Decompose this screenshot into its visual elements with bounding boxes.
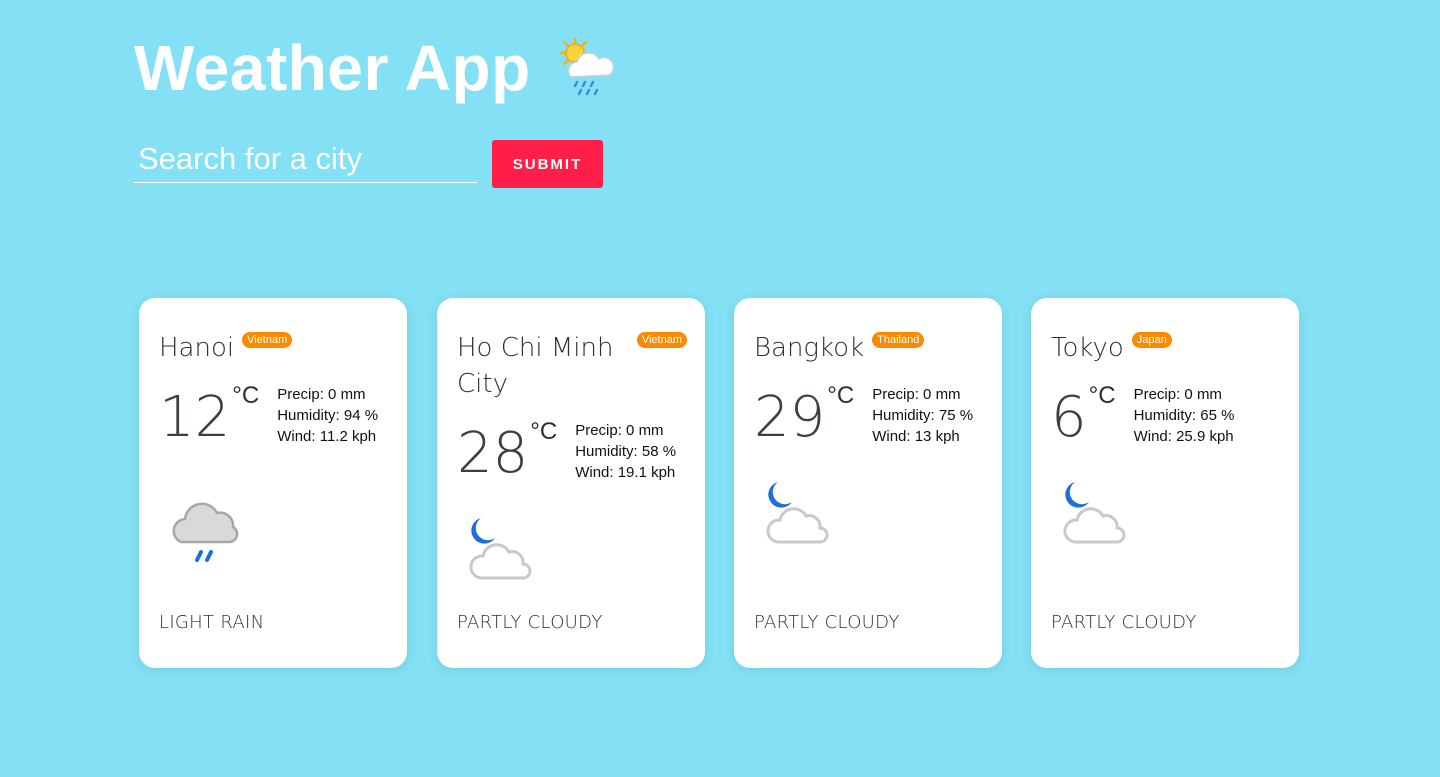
- card-header: Tokyo Japan: [1051, 330, 1281, 366]
- weather-card-hanoi: Hanoi Vietnam 12 °C Precip: 0 mm Humidit…: [139, 298, 407, 668]
- condition-text: PARTLY CLOUDY: [457, 612, 603, 633]
- humidity-text: Humidity: 65 %: [1133, 407, 1235, 424]
- temperature-row: 29 °C Precip: 0 mm Humidity: 75 % Wind: …: [754, 382, 973, 450]
- weather-card-bangkok: Bangkok Thailand 29 °C Precip: 0 mm Humi…: [734, 298, 1002, 668]
- card-header: Bangkok Thailand: [754, 330, 984, 366]
- city-name: Bangkok: [754, 333, 865, 363]
- card-header: Hanoi Vietnam: [159, 330, 389, 366]
- wind-text: Wind: 19.1 kph: [575, 464, 676, 481]
- light-rain-icon: [172, 502, 239, 562]
- city-name: Ho Chi Minh City: [457, 333, 614, 399]
- submit-button[interactable]: SUBMIT: [492, 140, 603, 188]
- city-name: Tokyo: [1051, 333, 1124, 363]
- weather-app: Weather App SUBMIT Ha: [0, 0, 1440, 777]
- weather-details: Precip: 0 mm Humidity: 58 % Wind: 19.1 k…: [575, 420, 676, 483]
- temperature-row: 28 °C Precip: 0 mm Humidity: 58 % Wind: …: [457, 418, 676, 486]
- temperature-value: 29: [754, 385, 826, 450]
- country-badge: Vietnam: [242, 332, 293, 348]
- temperature-unit: °C: [827, 382, 855, 409]
- precip-text: Precip: 0 mm: [575, 422, 664, 439]
- temperature-row: 12 °C Precip: 0 mm Humidity: 94 % Wind: …: [159, 382, 378, 450]
- weather-details: Precip: 0 mm Humidity: 65 % Wind: 25.9 k…: [1134, 384, 1235, 447]
- temperature-value: 6: [1051, 385, 1087, 450]
- humidity-text: Humidity: 58 %: [575, 443, 677, 460]
- page-title-text: Weather App: [134, 32, 531, 104]
- humidity-text: Humidity: 94 %: [277, 407, 379, 424]
- temperature-unit: °C: [232, 382, 260, 409]
- condition-text: LIGHT RAIN: [159, 612, 265, 633]
- card-header: Ho Chi Minh City Vietnam: [457, 330, 687, 402]
- city-name: Hanoi: [159, 333, 235, 363]
- precip-text: Precip: 0 mm: [1133, 386, 1222, 403]
- temperature-unit: °C: [530, 418, 558, 445]
- humidity-text: Humidity: 75 %: [872, 407, 974, 424]
- precip-text: Precip: 0 mm: [277, 386, 366, 403]
- page-title: Weather App: [134, 28, 619, 108]
- country-badge: Thailand: [872, 332, 925, 348]
- temperature-value: 28: [457, 421, 529, 486]
- partly-cloudy-night-icon: [1063, 482, 1126, 544]
- temperature-value: 12: [159, 385, 231, 450]
- precip-text: Precip: 0 mm: [872, 386, 961, 403]
- partly-cloudy-night-icon: [766, 482, 829, 544]
- search-input[interactable]: [134, 140, 477, 183]
- weather-card-tokyo: Tokyo Japan 6 °C Precip: 0 mm Humidity: …: [1031, 298, 1299, 668]
- temperature-row: 6 °C Precip: 0 mm Humidity: 65 % Wind: 2…: [1051, 382, 1235, 450]
- weather-details: Precip: 0 mm Humidity: 94 % Wind: 11.2 k…: [277, 384, 378, 447]
- condition-text: PARTLY CLOUDY: [754, 612, 900, 633]
- country-badge: Vietnam: [636, 332, 687, 348]
- partly-cloudy-night-icon: [469, 518, 532, 580]
- temperature-unit: °C: [1088, 382, 1116, 409]
- sun-cloud-rain-icon: [559, 37, 614, 96]
- wind-text: Wind: 25.9 kph: [1133, 428, 1234, 445]
- wind-text: Wind: 13 kph: [872, 428, 960, 445]
- condition-text: PARTLY CLOUDY: [1051, 612, 1197, 633]
- weather-card-ho-chi-minh-city: Ho Chi Minh City Vietnam 28 °C Precip: 0…: [437, 298, 705, 668]
- country-badge: Japan: [1131, 332, 1172, 348]
- weather-details: Precip: 0 mm Humidity: 75 % Wind: 13 kph: [872, 384, 973, 447]
- wind-text: Wind: 11.2 kph: [277, 428, 377, 445]
